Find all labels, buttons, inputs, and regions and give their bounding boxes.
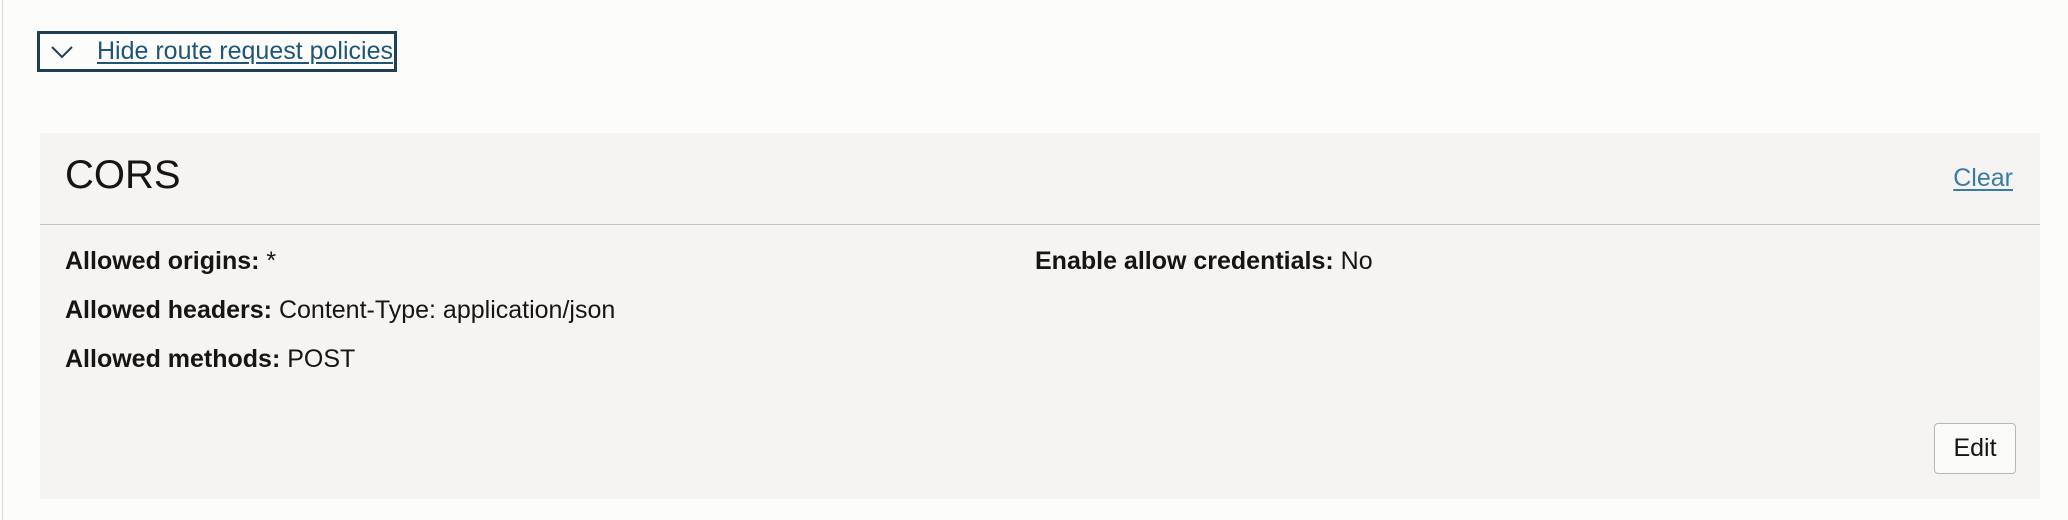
- allowed-headers-key: Allowed headers:: [65, 296, 272, 324]
- allow-credentials-key: Enable allow credentials:: [1035, 247, 1334, 275]
- allowed-methods-key: Allowed methods:: [65, 345, 281, 373]
- allowed-origins-field: Allowed origins: *: [65, 247, 276, 276]
- allowed-methods-value: POST: [287, 345, 356, 373]
- edit-button[interactable]: Edit: [1934, 423, 2016, 474]
- allow-credentials-value: No: [1340, 247, 1373, 275]
- allowed-origins-value: *: [266, 247, 277, 275]
- cors-panel-header: CORS Clear: [40, 133, 2040, 225]
- allowed-methods-field: Allowed methods: POST: [65, 345, 355, 374]
- hide-route-request-policies-link[interactable]: Hide route request policies: [37, 31, 397, 72]
- allowed-headers-value: Content-Type: application/json: [278, 296, 616, 324]
- page-left-rule: [2, 0, 3, 520]
- hide-route-request-policies-label[interactable]: Hide route request policies: [97, 37, 393, 66]
- cors-policy-panel: CORS Clear Allowed origins: * Allowed he…: [40, 133, 2040, 499]
- allow-credentials-field: Enable allow credentials: No: [1035, 247, 1373, 276]
- chevron-down-icon: [46, 42, 78, 62]
- allowed-headers-field: Allowed headers: Content-Type: applicati…: [65, 296, 615, 325]
- panel-title: CORS: [65, 153, 181, 197]
- clear-link[interactable]: Clear: [1953, 164, 2013, 193]
- allowed-origins-key: Allowed origins:: [65, 247, 260, 275]
